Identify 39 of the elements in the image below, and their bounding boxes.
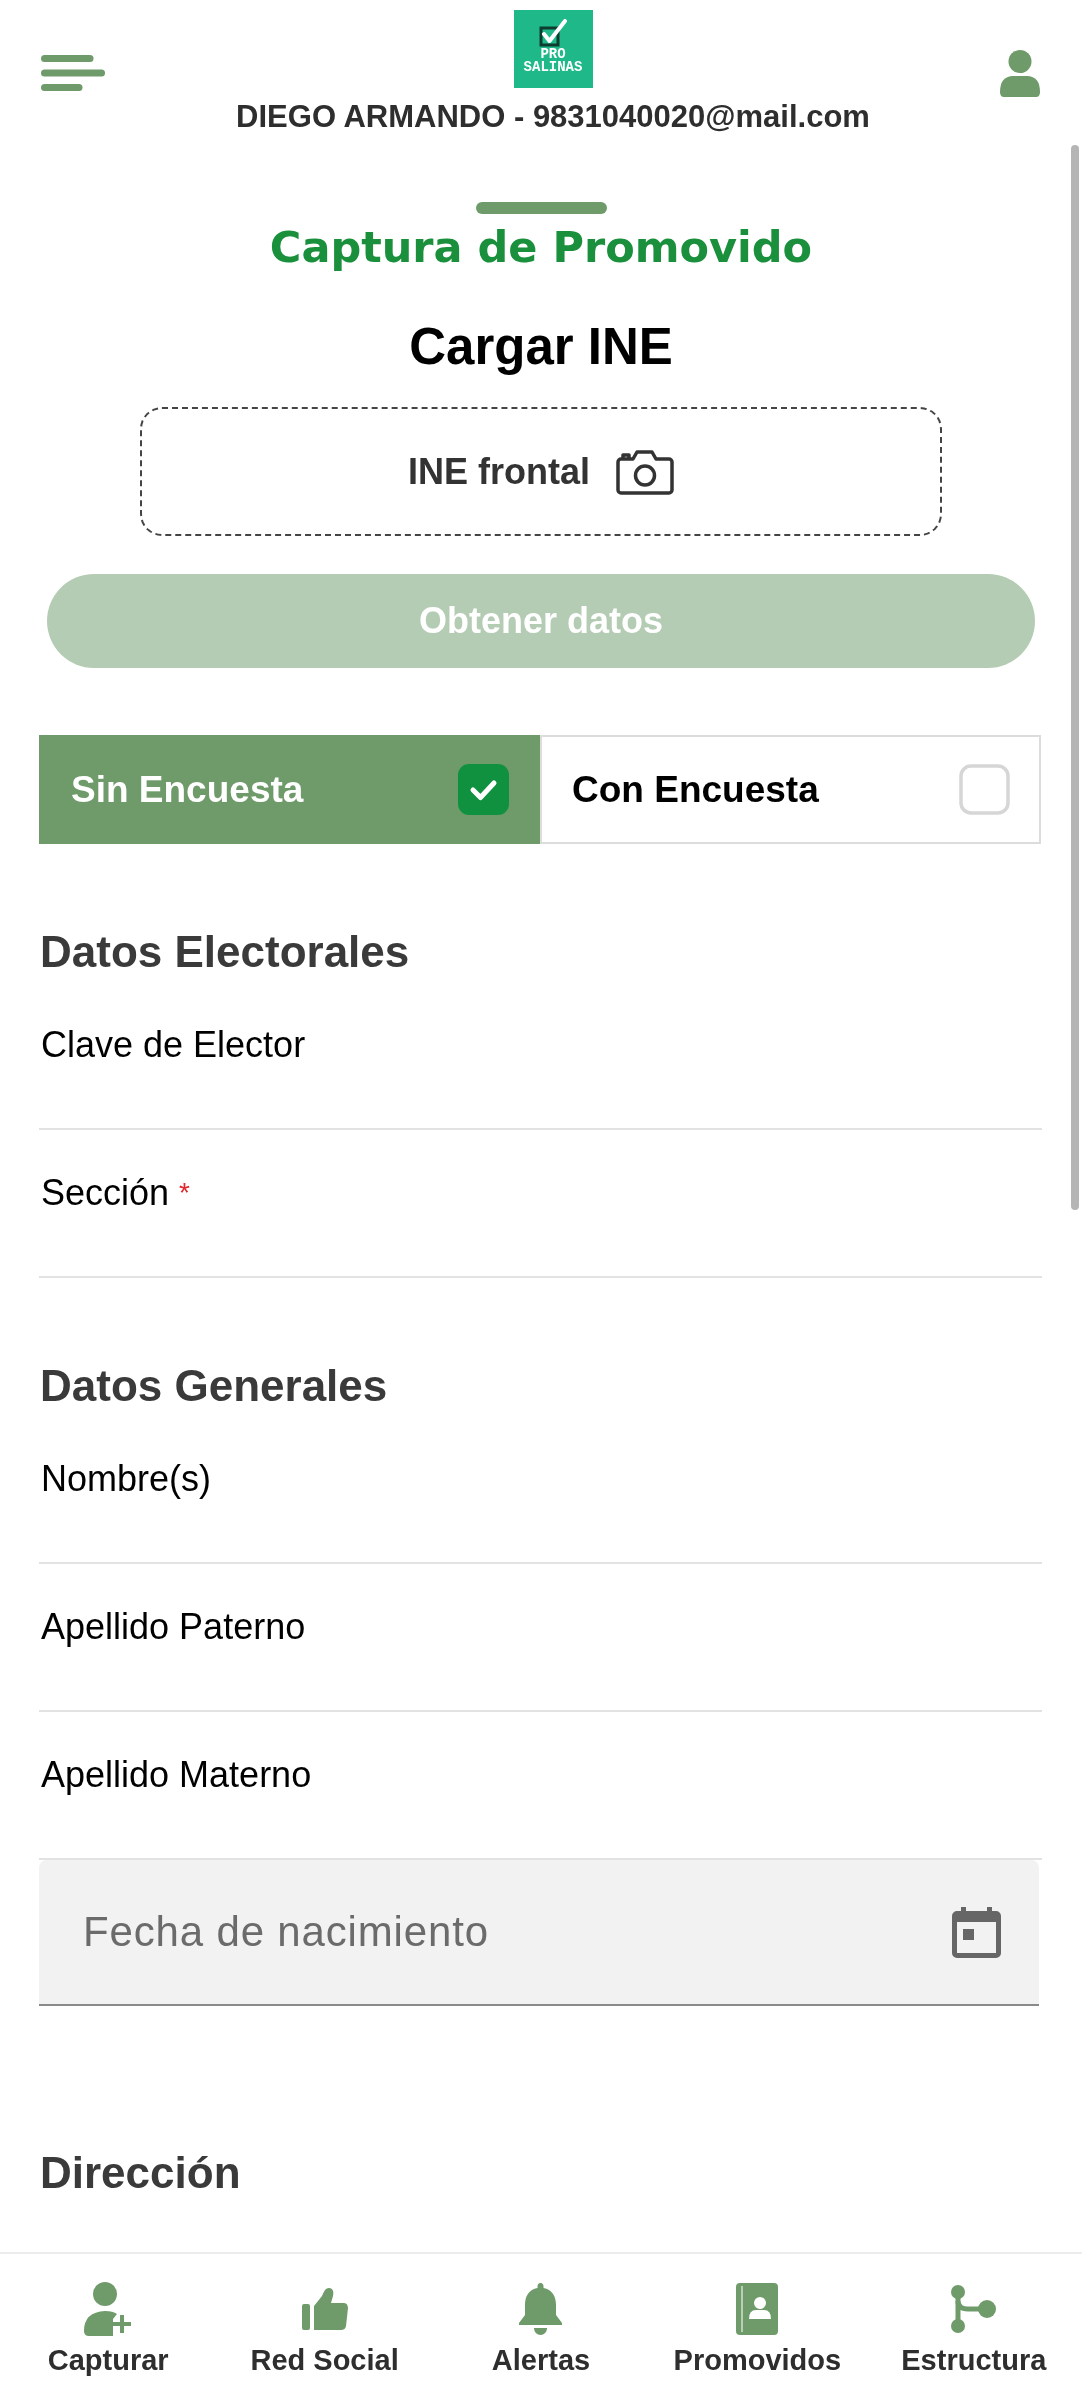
field-label: Nombre(s) bbox=[40, 1458, 211, 1500]
date-field[interactable]: Fecha de nacimiento bbox=[39, 1860, 1039, 2006]
checkbox-icon bbox=[959, 764, 1010, 815]
section-heading: Dirección bbox=[40, 2147, 241, 2199]
checkbox-tick-icon bbox=[538, 19, 568, 47]
ine-upload-dropzone[interactable]: INE frontal bbox=[140, 407, 942, 536]
nav-item[interactable]: Estructura bbox=[865, 2254, 1082, 2402]
menu-icon[interactable] bbox=[41, 55, 105, 91]
text-field[interactable]: Apellido Paterno bbox=[39, 1564, 1042, 1712]
section-heading: Datos Electorales bbox=[40, 926, 410, 978]
nav-item[interactable]: Capturar bbox=[0, 2254, 217, 2402]
text-field[interactable]: Clave de Elector bbox=[39, 982, 1042, 1130]
user-name-email: DIEGO ARMANDO - 9831040020@mail.com bbox=[236, 99, 870, 135]
text-field[interactable]: Nombre(s) bbox=[39, 1416, 1042, 1564]
nav-item[interactable]: Red Social bbox=[216, 2254, 433, 2402]
survey-option[interactable]: Con Encuesta bbox=[540, 735, 1041, 844]
field-label: Clave de Elector bbox=[40, 1024, 306, 1066]
camera-icon bbox=[616, 448, 674, 495]
drag-handle[interactable] bbox=[475, 202, 607, 214]
user-icon[interactable] bbox=[1000, 50, 1040, 97]
field-label: Sección * bbox=[40, 1172, 190, 1214]
bell-icon bbox=[519, 2283, 563, 2335]
page-title: Captura de Promovido bbox=[269, 221, 813, 273]
text-field[interactable]: Sección * bbox=[39, 1130, 1042, 1278]
nav-item[interactable]: Promovidos bbox=[649, 2254, 866, 2402]
user-plus-icon bbox=[84, 2282, 133, 2336]
logo-text: PRO bbox=[540, 48, 566, 61]
nav-item[interactable]: Alertas bbox=[432, 2254, 650, 2402]
checkbox-icon bbox=[458, 764, 509, 815]
address-book-icon bbox=[736, 2283, 779, 2335]
section-heading: Datos Generales bbox=[40, 1360, 388, 1412]
upload-heading: Cargar INE bbox=[409, 317, 673, 377]
logo-text: SALINAS bbox=[523, 61, 583, 74]
scrollbar-thumb[interactable] bbox=[1071, 145, 1079, 1210]
field-label: Apellido Materno bbox=[40, 1754, 312, 1796]
field-label: Apellido Paterno bbox=[40, 1606, 306, 1648]
branch-icon bbox=[951, 2285, 997, 2333]
calendar-icon[interactable] bbox=[952, 1907, 1001, 1958]
thumbs-up-icon bbox=[301, 2288, 348, 2330]
